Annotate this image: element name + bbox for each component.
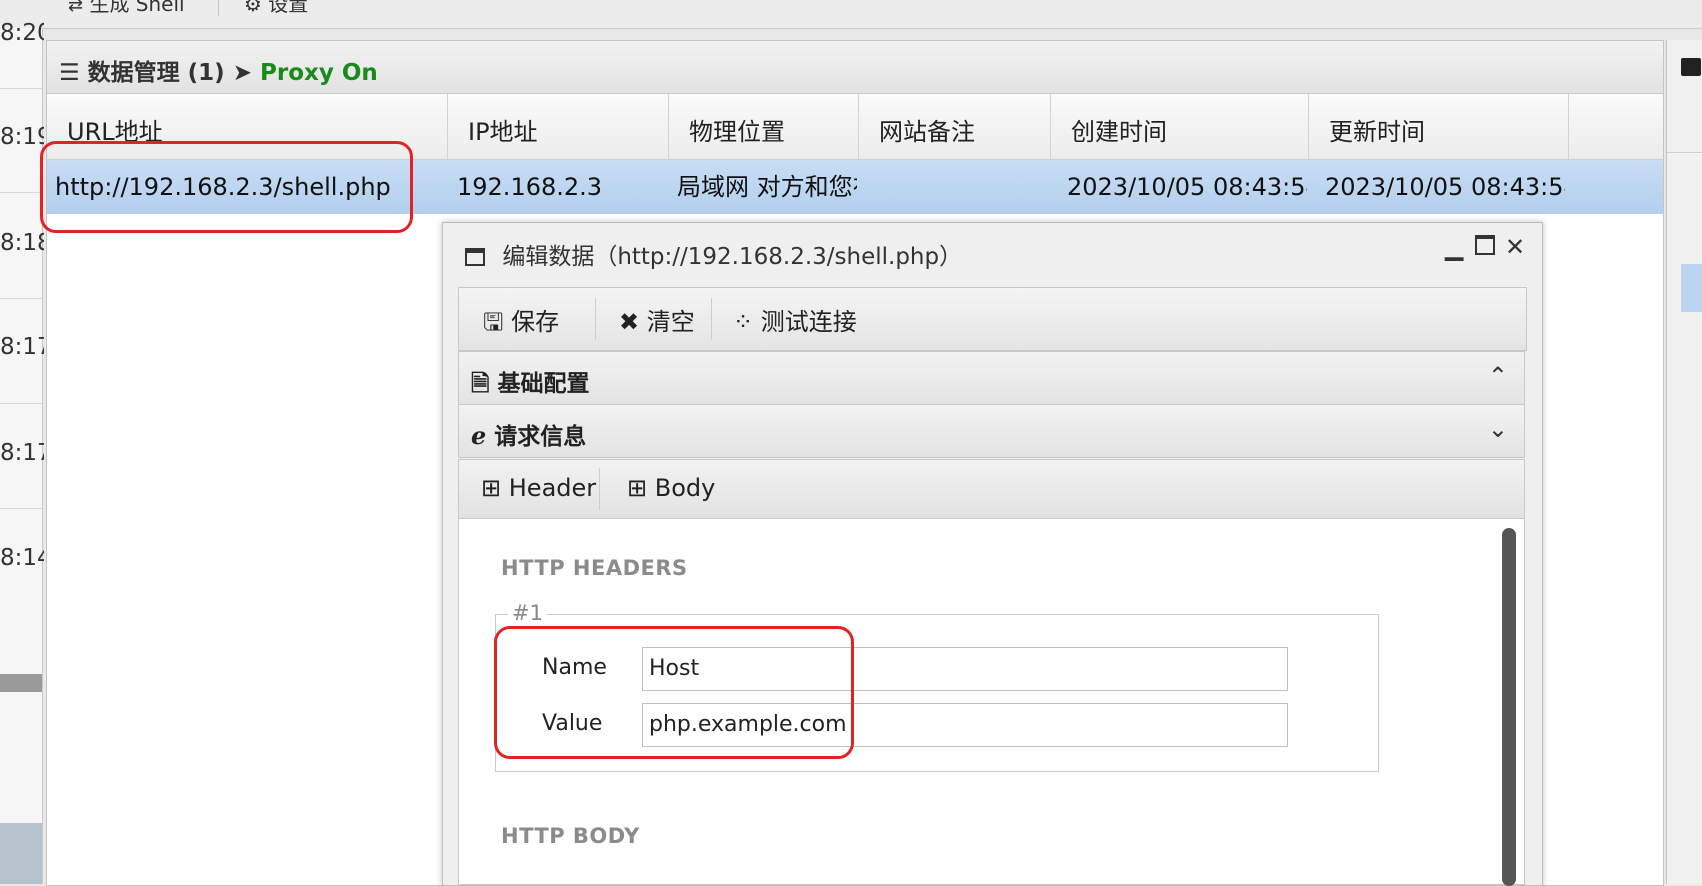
paper-plane-icon: ➤ <box>232 60 252 86</box>
tab-body[interactable]: ⊞ Body <box>627 474 715 502</box>
floppy-icon: 🖫 <box>483 308 504 336</box>
plus-square-icon: ⊞ <box>481 474 502 502</box>
gear-icon: ⚙ <box>244 0 262 16</box>
panel-title: ☰ 数据管理 (1) ➤ Proxy On <box>59 60 378 86</box>
http-headers-title: HTTP HEADERS <box>501 556 688 580</box>
timeline-divider <box>0 298 42 299</box>
url-highlight-annotation <box>40 141 413 233</box>
timeline-column: 8:20 8:19 8:18 8:17 8:17 8:14 <box>0 20 44 884</box>
timeline-time: 8:17 <box>0 334 44 360</box>
window-icon <box>465 248 485 266</box>
edge-icon: ℯ <box>471 422 487 450</box>
column-header-ip[interactable]: IP地址 <box>448 94 669 159</box>
side-panel-edge <box>1666 40 1702 884</box>
dialog-title: 编辑数据（http://192.168.2.3/shell.php） <box>465 237 962 271</box>
file-icon: 🗎 <box>471 371 490 397</box>
cell-updated: 2023/10/05 08:43:54 <box>1325 173 1565 201</box>
spinner-icon: ⁘ <box>733 308 754 336</box>
scrollbar-track[interactable] <box>0 674 42 692</box>
header-fields-highlight-annotation <box>494 626 854 759</box>
shuffle-icon: ⇄ <box>68 0 84 16</box>
timeline-divider <box>0 192 42 193</box>
toolbar-divider <box>218 0 219 16</box>
proxy-status: Proxy On <box>260 60 378 86</box>
http-body-title: HTTP BODY <box>501 824 640 846</box>
cell-ip: 192.168.2.3 <box>457 173 603 201</box>
timeline-time: 8:14 <box>0 545 44 571</box>
toolbar-divider <box>711 298 712 340</box>
cell-created: 2023/10/05 08:43:54 <box>1067 173 1307 201</box>
tab-divider <box>599 468 600 510</box>
chevron-up-icon: ⌃ <box>1487 362 1508 390</box>
plus-square-icon: ⊞ <box>627 474 648 502</box>
save-button[interactable]: 🖫 保存 <box>483 302 559 346</box>
list-icon: ☰ <box>59 60 80 86</box>
cell-note <box>867 160 1047 214</box>
tab-header[interactable]: ⊞ Header <box>481 474 596 502</box>
request-subtabs: ⊞ Header ⊞ Body <box>459 460 1524 519</box>
timeline-divider <box>0 88 42 89</box>
header-entry-legend: #1 <box>508 601 547 625</box>
column-header-updated[interactable]: 更新时间 <box>1309 94 1569 159</box>
generate-shell-button[interactable]: ⇄ 生成 Shell <box>68 0 185 17</box>
cell-location: 局域网 对方和您在 <box>677 173 857 201</box>
close-icon[interactable]: ✕ <box>1505 233 1525 261</box>
basic-config-section[interactable]: 🗎 基础配置 ⌃ <box>458 351 1525 405</box>
toolbar-divider <box>595 298 596 340</box>
folder-icon <box>1681 58 1701 76</box>
minimize-icon[interactable]: ▁ <box>1445 233 1463 261</box>
chevron-down-icon: ⌄ <box>1487 415 1508 443</box>
vertical-scrollbar[interactable] <box>1502 528 1516 886</box>
column-header-created[interactable]: 创建时间 <box>1051 94 1309 159</box>
dialog-toolbar: 🖫 保存 ✖ 清空 ⁘ 测试连接 <box>458 287 1527 351</box>
top-toolbar: ⇄ 生成 Shell ⚙ 设置 <box>0 0 1702 29</box>
x-icon: ✖ <box>619 308 640 336</box>
maximize-icon[interactable] <box>1475 235 1495 255</box>
panel-header: ☰ 数据管理 (1) ➤ Proxy On <box>47 41 1663 94</box>
timeline-time: 8:17 <box>0 440 44 466</box>
timeline-divider <box>0 508 42 509</box>
timeline-time: 8:19 <box>0 124 44 150</box>
column-header-note[interactable]: 网站备注 <box>859 94 1051 159</box>
timeline-divider <box>0 403 42 404</box>
side-divider <box>1667 152 1702 153</box>
column-header-location[interactable]: 物理位置 <box>669 94 859 159</box>
test-connection-button[interactable]: ⁘ 测试连接 <box>733 302 857 337</box>
timeline-time: 8:18 <box>0 230 44 256</box>
timeline-footer <box>0 823 42 884</box>
request-info-section[interactable]: ℯ 请求信息 ⌄ <box>458 404 1525 458</box>
timeline-time: 8:20 <box>0 20 44 46</box>
clear-button[interactable]: ✖ 清空 <box>619 302 695 337</box>
side-selected-row[interactable] <box>1681 264 1702 312</box>
edit-data-dialog: 编辑数据（http://192.168.2.3/shell.php） ▁ ✕ 🖫… <box>442 222 1543 886</box>
settings-button[interactable]: ⚙ 设置 <box>244 0 308 17</box>
